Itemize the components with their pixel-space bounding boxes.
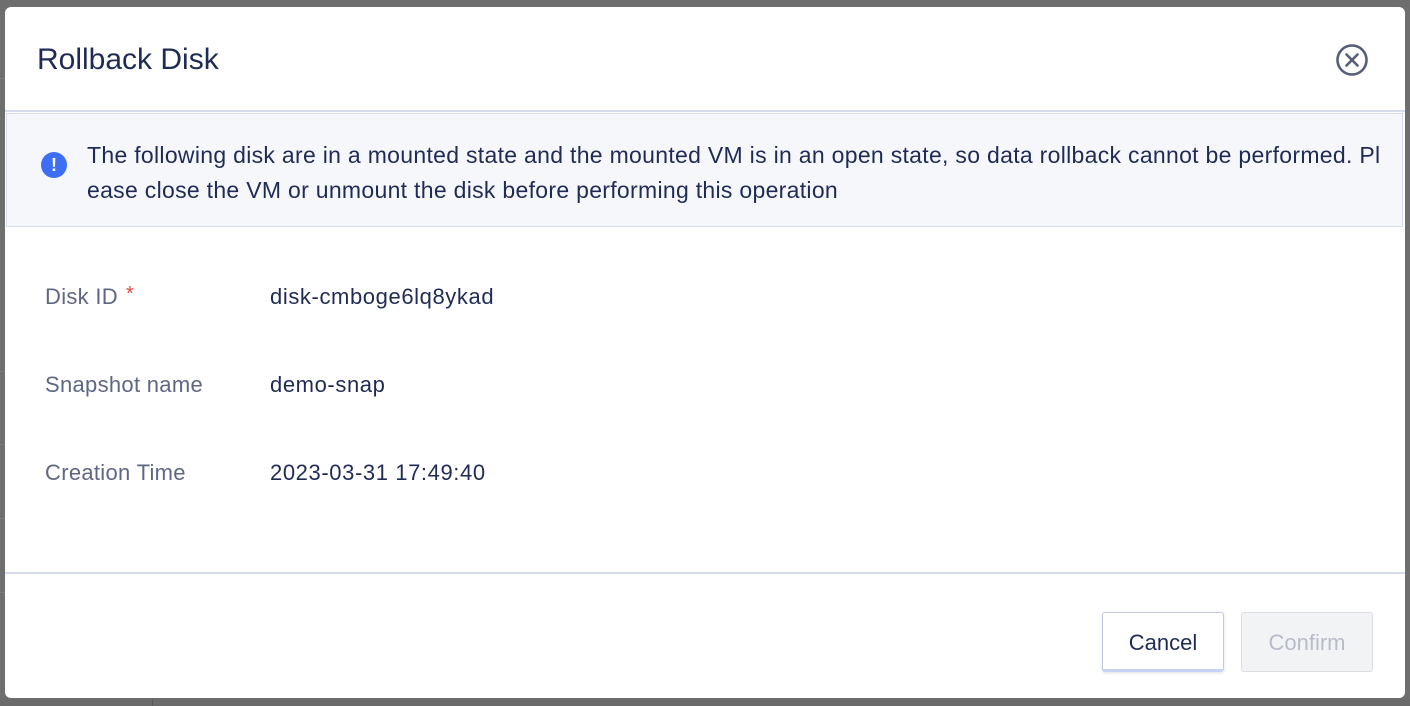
field-label: Disk ID * (45, 283, 135, 309)
field-creation-time: Creation Time 2023-03-31 17:49:40 (45, 453, 1245, 493)
confirm-button[interactable]: Confirm (1241, 612, 1373, 672)
warning-alert: ! The following disk are in a mounted st… (6, 113, 1403, 227)
field-snapshot-name: Snapshot name demo-snap (45, 365, 1245, 405)
rollback-disk-dialog: Rollback Disk ! The following disk are i… (5, 7, 1405, 698)
close-circle-icon (1336, 44, 1368, 76)
alert-message: The following disk are in a mounted stat… (87, 142, 1381, 203)
info-exclamation-icon: ! (41, 152, 67, 178)
field-value: demo-snap (270, 372, 386, 397)
cancel-button[interactable]: Cancel (1102, 612, 1224, 672)
field-label: Snapshot name (45, 372, 204, 397)
field-label: Creation Time (45, 460, 186, 485)
field-disk-id: Disk ID * disk-cmboge6lq8ykad (45, 277, 1245, 317)
close-button[interactable] (1335, 43, 1369, 77)
background-divider (152, 699, 153, 706)
field-value: 2023-03-31 17:49:40 (270, 460, 486, 485)
background-strip (0, 699, 1410, 706)
dialog-title: Rollback Disk (37, 43, 219, 76)
dialog-header: Rollback Disk (5, 7, 1405, 112)
field-value: disk-cmboge6lq8ykad (270, 284, 495, 309)
dialog-footer: Cancel Confirm (5, 572, 1405, 698)
required-marker: * (126, 283, 135, 305)
